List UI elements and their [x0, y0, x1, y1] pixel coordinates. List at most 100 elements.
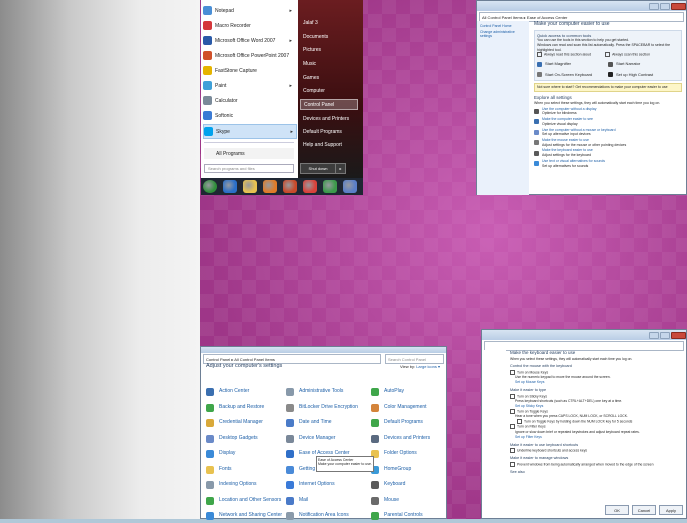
start-right-item[interactable]: Devices and Printers	[300, 113, 358, 124]
start-right-item[interactable]: Control Panel	[300, 99, 358, 110]
cp-item[interactable]: Display	[206, 447, 284, 461]
mouse-keys-link[interactable]: Set up Mouse Keys	[515, 380, 683, 385]
ease-setting-item[interactable]: Use the computer without a display Optimi…	[534, 107, 682, 116]
start-right-item[interactable]: Games	[300, 72, 358, 83]
cp-item[interactable]: Device Manager	[286, 432, 364, 446]
filter-keys-link[interactable]: Set up Filter Keys	[515, 435, 683, 440]
cp-item[interactable]: Keyboard	[371, 478, 449, 492]
cp-item[interactable]: Desktop Gadgets	[206, 432, 284, 446]
cp-item[interactable]: Backup and Restore	[206, 401, 284, 415]
maximize-button[interactable]	[660, 2, 670, 10]
cp-item[interactable]: Date and Time	[286, 416, 364, 430]
start-program-item[interactable]: Paint ▸	[203, 79, 295, 92]
ease-setting-item[interactable]: Make the mouse easier to use Adjust setti…	[534, 138, 682, 147]
cp-item[interactable]: Location and Other Sensors	[206, 494, 284, 508]
start-right-item[interactable]: Documents	[300, 31, 358, 42]
start-narrator-button[interactable]: Start Narrator	[608, 61, 679, 67]
prevent-arrange-checkbox[interactable]: Prevent windows from being automatically…	[510, 461, 683, 467]
start-search-input[interactable]: Search programs and files	[204, 164, 294, 173]
kb-titlebar	[482, 330, 686, 340]
chrome-icon[interactable]	[303, 180, 317, 193]
view-by-control[interactable]: View by: Large icons ▾	[400, 364, 440, 369]
start-magnifier-button[interactable]: Start Magnifier	[537, 61, 608, 67]
high-contrast-button[interactable]: Set up High Contrast	[608, 72, 679, 78]
media-player-icon[interactable]	[263, 180, 277, 193]
paint-icon	[203, 81, 212, 90]
start-program-item[interactable]: FastStone Capture	[203, 64, 295, 77]
cp-item[interactable]: Indexing Options	[206, 478, 284, 492]
ease-setting-item[interactable]: Use text or visual alternatives for soun…	[534, 159, 682, 168]
admin-settings-link[interactable]: Change administrative settings	[480, 30, 526, 38]
chrome-icon-2[interactable]	[323, 180, 337, 193]
cp-item-label: Keyboard	[384, 481, 406, 488]
start-right-item[interactable]: Default Programs	[300, 126, 358, 137]
control-panel-taskbar-icon[interactable]	[343, 180, 357, 193]
getting-started-icon	[286, 465, 294, 474]
maximize-button[interactable]	[660, 331, 670, 339]
view-by-select[interactable]: Large icons ▾	[416, 364, 440, 369]
cp-item[interactable]: Parental Controls	[371, 509, 449, 523]
cp-item[interactable]: Network and Sharing Center	[206, 509, 284, 523]
cp-item[interactable]: Fonts	[206, 463, 284, 477]
start-right-item[interactable]: Computer	[300, 85, 358, 96]
powerpoint-taskbar-icon[interactable]	[283, 180, 297, 193]
cp-item[interactable]: Administrative Tools	[286, 385, 364, 399]
start-right-item[interactable]: Jalaf 3	[300, 17, 358, 28]
cp-search-input[interactable]: Search Control Panel	[385, 354, 444, 364]
start-program-item[interactable]: Skype ▸	[203, 124, 297, 139]
ease-setting-item[interactable]: Make the keyboard easier to use Adjust se…	[534, 148, 682, 157]
ease-setting-item[interactable]: Make the computer easier to see Optimize …	[534, 117, 682, 126]
start-program-item[interactable]: Notepad ▸	[203, 4, 295, 17]
cp-item-label: Folder Options	[384, 450, 417, 457]
mouse-icon	[371, 496, 379, 505]
all-programs-button[interactable]: All Programs	[204, 148, 294, 159]
start-right-item[interactable]: Help and Support	[300, 139, 358, 150]
start-program-item[interactable]: Macro Recorder	[203, 19, 295, 32]
start-right-item[interactable]: Pictures	[300, 44, 358, 55]
cp-item[interactable]: HomeGroup	[371, 463, 449, 477]
start-osk-button[interactable]: Start On-Screen Keyboard	[537, 72, 608, 78]
program-label: Notepad	[215, 7, 234, 14]
shutdown-options-button[interactable]: ▸	[335, 163, 346, 174]
always-scan-checkbox[interactable]: Always scan this section	[605, 52, 650, 58]
ease-setting-item[interactable]: Use the computer without a mouse or keyb…	[534, 128, 682, 137]
admin-tools-icon	[286, 388, 294, 396]
recommendation-link[interactable]: Not sure where to start? Get recommendat…	[534, 83, 682, 92]
start-program-item[interactable]: Microsoft Office PowerPoint 2007	[203, 49, 295, 62]
cp-item[interactable]: AutoPlay	[371, 385, 449, 399]
cp-item[interactable]: Default Programs	[371, 416, 449, 430]
action-center-icon	[206, 388, 214, 396]
narrator-icon	[608, 61, 613, 67]
start-orb-icon[interactable]	[203, 180, 217, 193]
control-panel-home-link[interactable]: Control Panel Home	[480, 24, 526, 28]
start-program-item[interactable]: Microsoft Office Word 2007 ▸	[203, 34, 295, 47]
minimize-button[interactable]	[649, 2, 659, 10]
cp-item[interactable]: Devices and Printers	[371, 432, 449, 446]
apply-button[interactable]: Apply	[659, 505, 683, 515]
skype-icon	[204, 127, 213, 136]
shutdown-button[interactable]: Shut down	[300, 163, 336, 174]
cp-item-label: Network and Sharing Center	[219, 512, 283, 519]
minimize-button[interactable]	[649, 331, 659, 339]
close-button[interactable]	[671, 2, 686, 10]
cp-item[interactable]: Internet Options	[286, 478, 364, 492]
cp-item[interactable]: Credential Manager	[206, 416, 284, 430]
folder-icon[interactable]	[243, 180, 257, 193]
cancel-button[interactable]: Cancel	[632, 505, 656, 515]
ok-button[interactable]: OK	[605, 505, 629, 515]
internet-explorer-icon[interactable]	[223, 180, 237, 193]
cp-item[interactable]: Color Management	[371, 401, 449, 415]
start-program-item[interactable]: Softonic	[203, 109, 295, 122]
cp-item[interactable]: BitLocker Drive Encryption	[286, 401, 364, 415]
cp-item[interactable]: Notification Area Icons	[286, 509, 364, 523]
cp-item[interactable]: Action Center	[206, 385, 284, 399]
cp-item[interactable]: Mouse	[371, 494, 449, 508]
ease-setting-link[interactable]: Use text or visual alternatives for soun…	[542, 159, 605, 164]
start-right-item[interactable]: Music	[300, 58, 358, 69]
cp-item[interactable]: Folder Options	[371, 447, 449, 461]
start-program-item[interactable]: Calculator	[203, 94, 295, 107]
always-read-checkbox[interactable]: Always read this section aloud	[537, 52, 591, 58]
cp-item[interactable]: Mail	[286, 494, 364, 508]
close-button[interactable]	[671, 331, 686, 339]
underline-shortcuts-checkbox[interactable]: Underline keyboard shortcuts and access …	[510, 448, 683, 454]
